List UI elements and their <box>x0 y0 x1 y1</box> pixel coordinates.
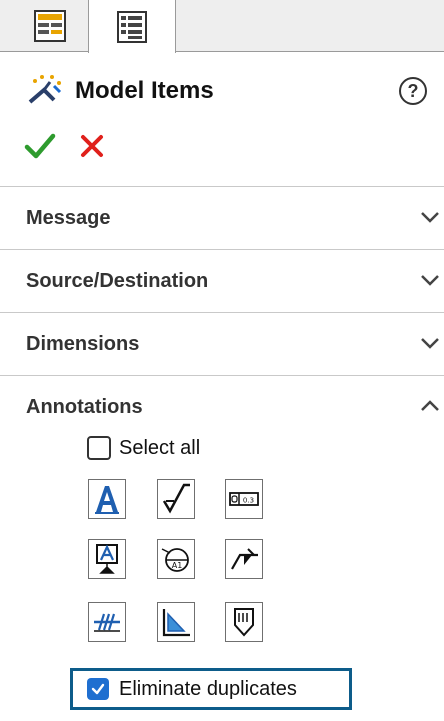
geometric-tolerance-icon: 0.3 <box>229 492 259 506</box>
eliminate-duplicates-checkbox[interactable]: Eliminate duplicates <box>70 668 352 710</box>
property-manager-header: Model Items ? <box>0 60 444 118</box>
tab-feature-tree[interactable] <box>88 0 176 53</box>
hole-table-button[interactable] <box>157 602 195 642</box>
weld-symbol-button[interactable] <box>225 539 263 579</box>
cosmetic-thread-button[interactable] <box>88 602 126 642</box>
cancel-button[interactable] <box>76 130 108 162</box>
tab-property-manager[interactable] <box>18 0 82 52</box>
surface-finish-icon <box>162 483 190 514</box>
caterpillar-icon <box>234 608 254 637</box>
datum-feature-button[interactable] <box>88 539 126 579</box>
datum-target-icon: A1 <box>161 548 189 572</box>
svg-text:?: ? <box>408 81 419 101</box>
chevron-down-icon <box>421 212 439 223</box>
section-label: Message <box>26 207 111 229</box>
ok-button[interactable] <box>22 128 58 164</box>
section-label: Annotations <box>26 396 143 418</box>
section-dimensions[interactable]: Dimensions <box>0 312 444 375</box>
chevron-down-icon <box>421 338 439 349</box>
datum-target-button[interactable]: A1 <box>157 539 195 579</box>
property-manager-icon <box>34 10 66 42</box>
hole-table-icon <box>162 609 190 637</box>
section-label: Dimensions <box>26 333 140 355</box>
chevron-up-icon <box>421 400 439 411</box>
section-message[interactable]: Message <box>0 186 444 249</box>
note-icon <box>95 486 119 514</box>
tab-strip <box>0 0 444 53</box>
select-all-checkbox[interactable]: Select all <box>87 434 200 462</box>
cosmetic-thread-icon <box>94 613 120 632</box>
surface-finish-button[interactable] <box>157 479 195 519</box>
svg-text:0.3: 0.3 <box>243 497 254 505</box>
chevron-down-icon <box>421 275 439 286</box>
help-icon[interactable]: ? <box>398 76 428 106</box>
caterpillar-button[interactable] <box>225 602 263 642</box>
checkbox-box-checked[interactable] <box>87 678 109 700</box>
select-all-label: Select all <box>119 436 201 459</box>
checkbox-box[interactable] <box>87 436 111 460</box>
model-items-icon <box>28 75 62 104</box>
section-annotations[interactable]: Annotations <box>0 375 444 438</box>
svg-text:A1: A1 <box>172 561 183 570</box>
check-icon <box>24 133 56 159</box>
section-source-destination[interactable]: Source/Destination <box>0 249 444 312</box>
close-icon <box>81 135 103 157</box>
datum-feature-icon <box>96 544 118 574</box>
weld-symbol-icon <box>231 548 258 570</box>
feature-tree-icon <box>117 10 147 43</box>
geometric-tolerance-button[interactable]: 0.3 <box>225 479 263 519</box>
check-icon <box>91 683 105 695</box>
note-button[interactable] <box>88 479 126 519</box>
section-label: Source/Destination <box>26 270 209 292</box>
page-title: Model Items <box>75 77 214 104</box>
eliminate-duplicates-label: Eliminate duplicates <box>119 677 297 700</box>
